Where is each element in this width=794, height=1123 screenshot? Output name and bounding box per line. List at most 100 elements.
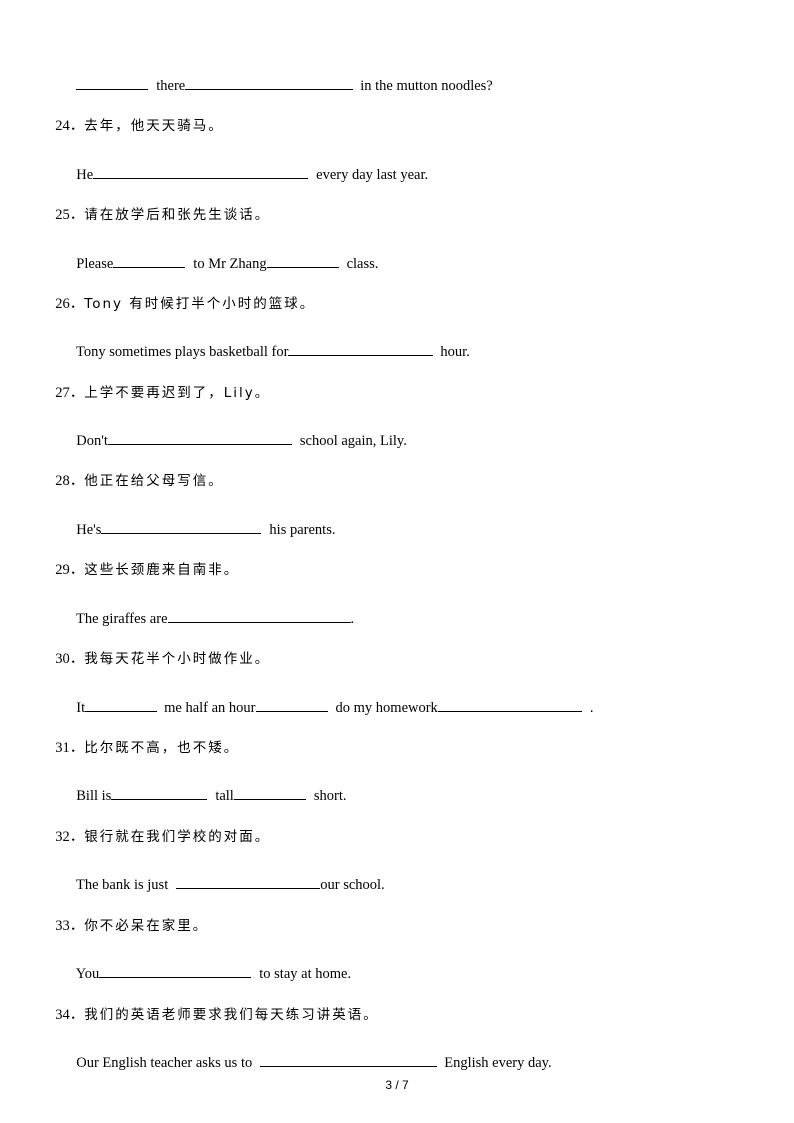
question-24-sentence: He every day last year.: [69, 146, 428, 184]
answer-blank[interactable]: [111, 785, 208, 800]
number-separator: ．: [69, 740, 85, 756]
number-separator: ．: [69, 918, 85, 934]
sentence-text: hour.: [440, 344, 470, 360]
question-30-sentence: It me half an hour do my homework.: [69, 679, 593, 717]
number-separator: ．: [69, 385, 85, 401]
answer-blank[interactable]: [93, 164, 309, 179]
chinese-prompt: 我每天花半个小时做作业。: [84, 651, 271, 667]
question-25-sentence: Please to Mr Zhang class.: [69, 235, 378, 273]
answer-blank[interactable]: [260, 1052, 438, 1067]
question-24-prompt: 24．去年，他天天骑马。: [48, 99, 224, 135]
question-number: 29: [55, 562, 70, 578]
question-33-prompt: 33．你不必呆在家里。: [48, 899, 208, 935]
sentence-text: Don't: [76, 433, 108, 449]
sentence-text: short.: [313, 788, 347, 804]
answer-blank[interactable]: [288, 341, 434, 356]
sentence-text: .: [589, 700, 594, 716]
question-number: 26: [55, 296, 70, 312]
chinese-prompt: 这些长颈鹿来自南非。: [84, 562, 240, 578]
question-number: 34: [55, 1007, 70, 1023]
sentence-text: The giraffes are: [76, 611, 168, 627]
sentence-text: to stay at home.: [259, 966, 352, 982]
answer-blank[interactable]: [255, 697, 328, 712]
chinese-prompt: 去年，他天天骑马。: [84, 118, 224, 134]
sentence-text: He: [76, 167, 94, 183]
answer-blank[interactable]: [167, 608, 351, 623]
question-32-prompt: 32．银行就在我们学校的对面。: [48, 810, 270, 846]
question-26-sentence: Tony sometimes plays basketball for hour.: [69, 323, 470, 361]
answer-blank[interactable]: [113, 253, 186, 268]
question-number: 31: [55, 740, 70, 756]
sentence-text: to Mr Zhang: [193, 256, 267, 272]
number-separator: ．: [69, 1007, 85, 1023]
question-31-sentence: Bill is tall short.: [69, 767, 346, 805]
chinese-prompt: 银行就在我们学校的对面。: [84, 829, 271, 845]
answer-blank[interactable]: [76, 75, 149, 90]
question-29-sentence: The giraffes are.: [69, 590, 354, 628]
answer-blank[interactable]: [437, 697, 582, 712]
sentence-text: It: [76, 700, 86, 716]
answer-blank[interactable]: [233, 785, 306, 800]
question-33-sentence: You to stay at home.: [69, 945, 351, 983]
sentence-text: our school.: [320, 877, 385, 893]
sentence-text: Tony sometimes plays basketball for: [76, 344, 289, 360]
sentence-text: there: [156, 78, 186, 94]
question-34-prompt: 34．我们的英语老师要求我们每天练习讲英语。: [48, 988, 379, 1024]
sentence-text: tall: [215, 788, 234, 804]
chinese-prompt: 你不必呆在家里。: [84, 918, 209, 934]
question-number: 24: [55, 118, 70, 134]
answer-blank[interactable]: [185, 75, 354, 90]
chinese-prompt: 我们的英语老师要求我们每天练习讲英语。: [84, 1007, 379, 1023]
question-25-prompt: 25．请在放学后和张先生谈话。: [48, 188, 270, 224]
question-32-sentence: The bank is just our school.: [69, 856, 385, 894]
chinese-prompt: 请在放学后和张先生谈话。: [84, 207, 271, 223]
question-26-prompt: 26．Tony 有时候打半个小时的篮球。: [48, 277, 315, 313]
question-number: 30: [55, 651, 70, 667]
sentence-text: The bank is just: [76, 877, 169, 893]
number-separator: ．: [69, 829, 85, 845]
sentence-text: .: [350, 611, 355, 627]
sentence-text: class.: [346, 256, 379, 272]
number-separator: ．: [69, 118, 85, 134]
answer-blank[interactable]: [107, 430, 292, 445]
sentence-text: me half an hour: [164, 700, 256, 716]
chinese-prompt: 上学不要再迟到了，Lily。: [84, 385, 271, 401]
question-28-sentence: He's his parents.: [69, 501, 335, 539]
chinese-prompt: 他正在给父母写信。: [84, 473, 224, 489]
question-number: 25: [55, 207, 70, 223]
question-number: 33: [55, 918, 70, 934]
number-separator: ．: [69, 651, 85, 667]
question-number: 28: [55, 473, 70, 489]
sentence-text: He's: [76, 522, 102, 538]
sentence-text: Our English teacher asks us to: [76, 1055, 253, 1071]
sentence-text: Please: [76, 256, 114, 272]
sentence-text: Bill is: [76, 788, 112, 804]
question-number: 32: [55, 829, 70, 845]
number-separator: ．: [69, 296, 85, 312]
question-28-prompt: 28．他正在给父母写信。: [48, 454, 224, 490]
sentence-text: You: [75, 966, 100, 982]
question-31-prompt: 31．比尔既不高，也不矮。: [48, 721, 239, 757]
answer-blank[interactable]: [99, 963, 252, 978]
page-indicator: 3 / 7: [385, 1078, 409, 1092]
question-number: 27: [55, 385, 70, 401]
answer-blank[interactable]: [176, 874, 321, 889]
chinese-prompt: 比尔既不高，也不矮。: [84, 740, 240, 756]
number-separator: ．: [69, 473, 85, 489]
question-34-sentence: Our English teacher asks us to English ev…: [69, 1034, 552, 1072]
sentence-text: his parents.: [269, 522, 336, 538]
answer-blank[interactable]: [85, 697, 158, 712]
question-30-prompt: 30．我每天花半个小时做作业。: [48, 632, 270, 668]
question-29-prompt: 29．这些长颈鹿来自南非。: [48, 543, 239, 579]
answer-blank[interactable]: [101, 519, 262, 534]
answer-blank[interactable]: [266, 253, 339, 268]
question-27-sentence: Don't school again, Lily.: [69, 412, 407, 450]
sentence-line-23-continuation: there in the mutton noodles?: [69, 57, 493, 95]
sentence-text: school again, Lily.: [299, 433, 407, 449]
number-separator: ．: [69, 207, 85, 223]
number-separator: ．: [69, 562, 85, 578]
sentence-text: in the mutton noodles?: [360, 78, 493, 94]
question-27-prompt: 27．上学不要再迟到了，Lily。: [48, 366, 270, 402]
sentence-text: English every day.: [444, 1055, 552, 1071]
sentence-text: do my homework: [335, 700, 438, 716]
